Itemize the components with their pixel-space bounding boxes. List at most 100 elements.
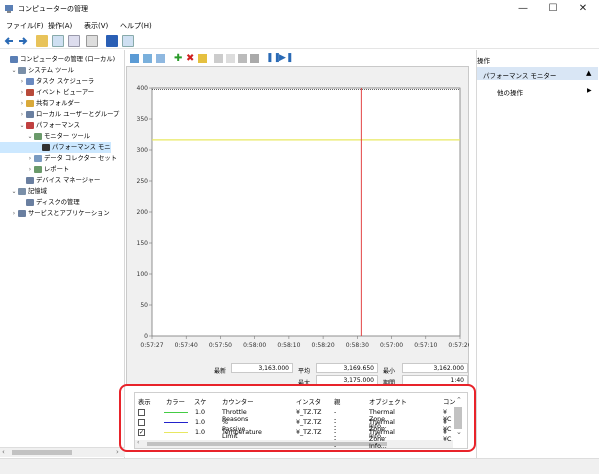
- tree-item[interactable]: ⌄ モニター ツール: [0, 131, 90, 142]
- tree-node-icon: [34, 165, 42, 173]
- expand-toggle-icon[interactable]: ⌄: [10, 186, 18, 197]
- y-tick-label: 0: [144, 333, 148, 340]
- annotation-highlight-box: [119, 384, 476, 452]
- x-tick-label: 0:58:30: [346, 342, 369, 349]
- x-tick-label: 0:58:00: [243, 342, 266, 349]
- tree-node-icon: [26, 77, 34, 85]
- update-data-icon[interactable]: ▶❚: [279, 54, 293, 63]
- x-tick-label: 0:57:26: [448, 342, 469, 349]
- actions-header: 操作: [477, 57, 490, 65]
- zoom-icon[interactable]: [250, 54, 259, 63]
- tree-item-label: レポート: [44, 166, 70, 173]
- performance-chart: 0 50 100 150 200 250 300 350 400 0:57:27 0:57:40 0:…: [137, 85, 469, 349]
- delete-counter-icon[interactable]: ✖: [186, 54, 195, 64]
- expand-toggle-icon[interactable]: ›: [18, 87, 26, 98]
- tree-item[interactable]: › イベント ビューアー: [0, 87, 94, 98]
- maximize-button[interactable]: ☐: [538, 0, 568, 18]
- minimize-button[interactable]: —: [508, 0, 538, 18]
- stat-last-value: 3,163.000: [231, 363, 293, 373]
- tree-item-label: パフォーマンス: [36, 122, 80, 129]
- expand-toggle-icon[interactable]: ›: [18, 76, 26, 87]
- tree-item[interactable]: › サービスとアプリケーション: [0, 208, 110, 219]
- freeze-display-icon[interactable]: ❚❚: [266, 54, 281, 63]
- tree-node-icon: [26, 110, 34, 118]
- tree-item[interactable]: › レポート: [0, 164, 69, 175]
- more-actions[interactable]: 他の操作: [497, 87, 523, 97]
- x-tick-label: 0:57:40: [175, 342, 198, 349]
- tree-item[interactable]: ⌄ パフォーマンス: [0, 120, 80, 131]
- add-counter-icon[interactable]: ✚: [174, 54, 183, 64]
- tree-node-icon: [18, 209, 26, 217]
- tree-item[interactable]: › タスク スケジューラ: [0, 76, 94, 87]
- show-tree-icon[interactable]: [52, 35, 64, 47]
- back-icon[interactable]: [3, 35, 15, 47]
- copy-properties-icon[interactable]: [214, 54, 223, 63]
- menu-help[interactable]: ヘルプ(H): [120, 21, 152, 31]
- tree-item[interactable]: コンピューターの管理 (ローカル): [0, 54, 115, 65]
- scroll-thumb[interactable]: [12, 450, 72, 455]
- tree-item-label: タスク スケジューラ: [36, 78, 95, 85]
- more-actions-arrow-icon[interactable]: ▶: [587, 87, 592, 94]
- y-tick-label: 100: [137, 271, 149, 278]
- stat-min-value: 3,162.000: [402, 363, 468, 373]
- folder-up-icon[interactable]: [36, 35, 48, 47]
- expand-toggle-icon[interactable]: ›: [26, 153, 34, 164]
- tree-item[interactable]: ディスクの管理: [0, 197, 80, 208]
- actions-selected-label[interactable]: パフォーマンス モニター: [483, 70, 556, 80]
- scroll-left-icon[interactable]: ‹: [2, 448, 5, 456]
- expand-toggle-icon[interactable]: ›: [18, 109, 26, 120]
- close-button[interactable]: ✕: [568, 0, 598, 18]
- tree-node-icon: [26, 198, 34, 206]
- tree-item-label: イベント ビューアー: [36, 89, 95, 96]
- tree-item[interactable]: パフォーマンス モニ: [0, 142, 111, 153]
- expand-toggle-icon[interactable]: ⌄: [18, 120, 26, 131]
- stat-last-label: 最新: [214, 368, 227, 375]
- plot-area: [151, 87, 461, 337]
- tree-item-label: ローカル ユーザーとグループ: [36, 111, 120, 118]
- tree-item[interactable]: › データ コレクター セット: [0, 153, 117, 164]
- tree-item[interactable]: › ローカル ユーザーとグループ: [0, 109, 119, 120]
- x-tick-label: 0:58:10: [277, 342, 300, 349]
- x-tick-label: 0:57:27: [140, 342, 163, 349]
- tree-node-icon: [34, 132, 42, 140]
- export-icon[interactable]: [86, 35, 98, 47]
- tree-node-icon: [42, 143, 50, 151]
- actions-pane: [476, 50, 599, 458]
- scroll-right-icon[interactable]: ›: [116, 448, 119, 456]
- show-action-pane-icon[interactable]: [122, 35, 134, 47]
- collapse-arrow-icon[interactable]: ▲: [586, 69, 591, 77]
- y-tick-label: 200: [137, 209, 149, 216]
- properties-icon-2[interactable]: [238, 54, 247, 63]
- tree-item[interactable]: デバイス マネージャー: [0, 175, 100, 186]
- forward-icon[interactable]: [17, 35, 29, 47]
- view-log-data-icon[interactable]: [143, 54, 152, 63]
- tree-item[interactable]: ⌄ 記憶域: [0, 186, 47, 197]
- expand-toggle-icon[interactable]: ›: [26, 164, 34, 175]
- menu-file[interactable]: ファイル(F): [6, 21, 44, 31]
- expand-toggle-icon[interactable]: ⌄: [10, 65, 18, 76]
- paste-counter-list-icon[interactable]: [226, 54, 235, 63]
- stat-min-label: 最小: [383, 368, 396, 375]
- stat-avg-value: 3,169.650: [316, 363, 378, 373]
- expand-toggle-icon[interactable]: ⌄: [26, 131, 34, 142]
- properties-icon[interactable]: [68, 35, 80, 47]
- computer-management-icon: [4, 4, 14, 14]
- y-tick-label: 150: [137, 240, 149, 247]
- tree-node-icon: [18, 187, 26, 195]
- expand-toggle-icon[interactable]: ›: [10, 208, 18, 219]
- view-current-activity-icon[interactable]: [130, 54, 139, 63]
- tree-node-icon: [26, 99, 34, 107]
- tree-item[interactable]: ⌄ システム ツール: [0, 65, 74, 76]
- tree-item-label: コンピューターの管理 (ローカル): [20, 56, 116, 63]
- left-horizontal-scrollbar[interactable]: ‹ ›: [0, 447, 125, 457]
- tree-item[interactable]: › 共有フォルダー: [0, 98, 80, 109]
- menu-view[interactable]: 表示(V): [84, 21, 108, 31]
- menu-action[interactable]: 操作(A): [48, 21, 72, 31]
- expand-toggle-icon[interactable]: ›: [18, 98, 26, 109]
- help-icon[interactable]: [106, 35, 118, 47]
- tree-item-label: 共有フォルダー: [36, 100, 81, 107]
- highlight-icon[interactable]: [198, 54, 207, 63]
- status-bar: [0, 458, 599, 474]
- stat-avg-label: 平均: [298, 368, 311, 375]
- change-graph-type-icon[interactable]: [156, 54, 165, 63]
